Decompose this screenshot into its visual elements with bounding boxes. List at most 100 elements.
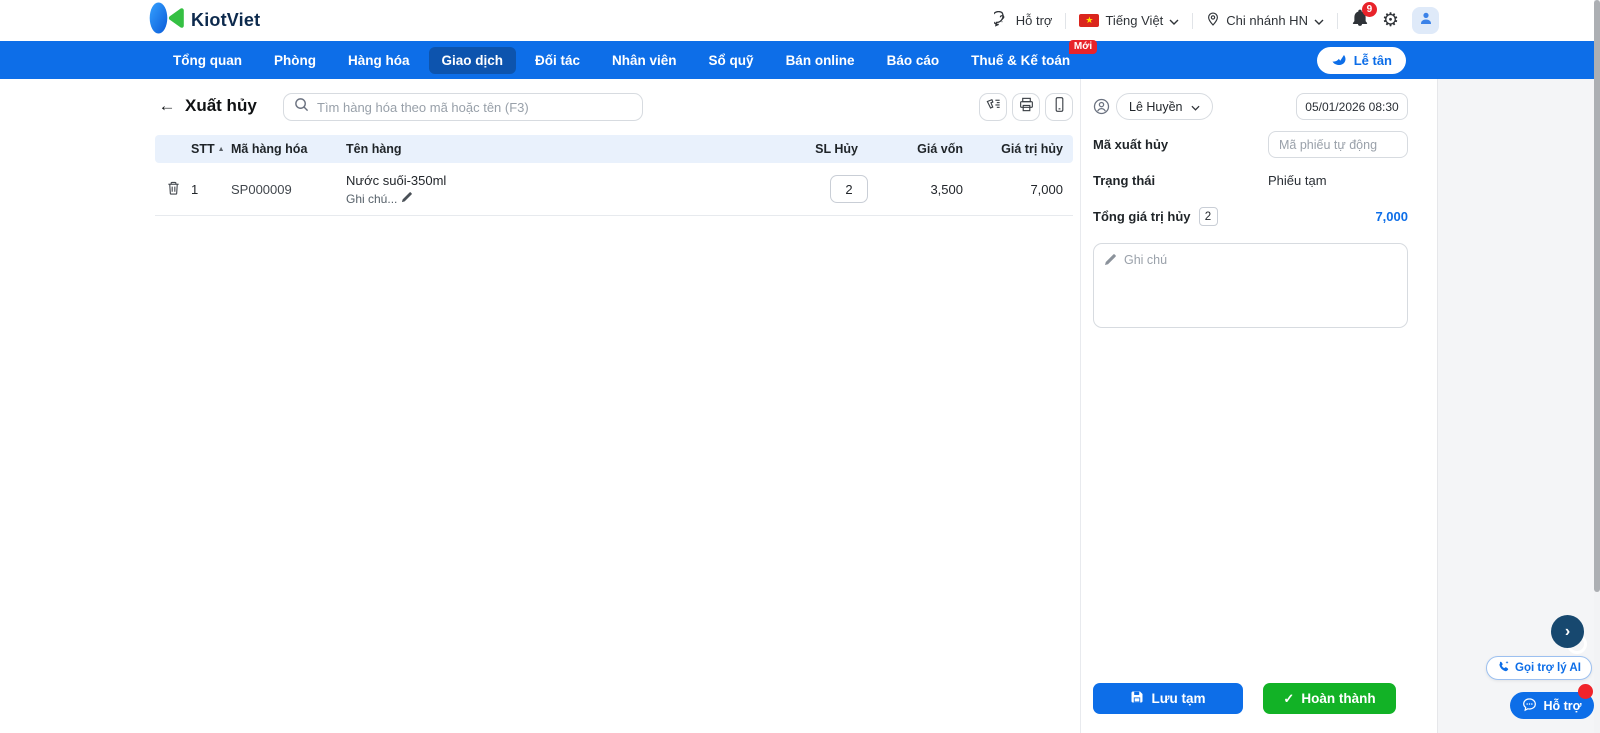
- header-value[interactable]: Giá trị hủy: [973, 142, 1073, 156]
- creator-dropdown[interactable]: Lê Huyền: [1116, 93, 1213, 120]
- destroy-form-panel: Lê Huyền 05/01/2026 08:30 Mã xuất hủy Tr…: [1081, 79, 1437, 733]
- topbar-divider: [1065, 12, 1067, 29]
- code-label: Mã xuất hủy: [1093, 137, 1169, 152]
- nav-item-bao-cao[interactable]: Báo cáo: [874, 47, 953, 74]
- sort-asc-icon: ▲: [217, 146, 225, 153]
- creator-row: Lê Huyền 05/01/2026 08:30: [1093, 93, 1408, 120]
- row-product: Nước suối-350ml Ghi chú...: [346, 173, 718, 206]
- language-label: Tiếng Việt: [1105, 13, 1164, 28]
- row-cost: 3,500: [930, 181, 963, 197]
- content-area: ← Xuất hủy Tìm hàng hóa theo mã hoặc tên…: [0, 79, 1594, 733]
- back-arrow-icon: ←: [158, 96, 176, 115]
- note-textarea[interactable]: [1093, 243, 1408, 328]
- kiotviet-logo[interactable]: KiotViet: [148, 0, 260, 41]
- destroy-code-input[interactable]: [1268, 131, 1408, 158]
- header-qty[interactable]: SL Hủy: [718, 142, 868, 156]
- brand-name: KiotViet: [191, 10, 261, 30]
- settings-button[interactable]: ⚙: [1382, 11, 1399, 30]
- ai-assistant-call-button[interactable]: Gọi trợ lý AI: [1486, 656, 1592, 680]
- complete-button[interactable]: ✓ Hoàn thành: [1263, 683, 1396, 714]
- complete-label: Hoàn thành: [1301, 691, 1376, 706]
- ai-call-label: Gọi trợ lý AI: [1515, 662, 1581, 674]
- total-row: Tổng giá trị hủy 2 7,000: [1093, 207, 1408, 226]
- chevron-down-icon: [1169, 13, 1179, 28]
- back-button[interactable]: ←: [157, 96, 177, 116]
- table-header: STT ▲ Mã hàng hóa Tên hàng SL Hủy Giá vốn…: [155, 135, 1073, 163]
- header-code[interactable]: Mã hàng hóa: [231, 142, 346, 156]
- print-button[interactable]: [1012, 93, 1040, 121]
- main-navbar: Tổng quan Phòng Hàng hóa Giao dịch Đối t…: [0, 39, 1594, 79]
- row-qty-cell: [718, 175, 868, 203]
- pencil-icon: [1104, 253, 1116, 271]
- kiotviet-app: KiotViet Hỗ trợ ★ Tiếng Việt Chi nhánh H…: [0, 0, 1600, 733]
- chat-widget-toggle[interactable]: ›: [1551, 615, 1584, 648]
- nav-item-phong[interactable]: Phòng: [261, 47, 329, 74]
- mobile-button[interactable]: [1045, 93, 1073, 121]
- topbar-divider: [1192, 12, 1194, 29]
- topbar-divider: [1336, 12, 1338, 29]
- save-draft-label: Lưu tạm: [1151, 691, 1206, 706]
- nav-item-thue-ke-toan[interactable]: Thuế & Kế toán Mới: [958, 39, 1098, 74]
- total-value: 7,000: [1375, 209, 1408, 224]
- search-input[interactable]: [317, 99, 632, 115]
- notification-badge: 9: [1361, 2, 1377, 17]
- reception-button[interactable]: Lễ tân: [1316, 47, 1406, 74]
- datetime-picker[interactable]: 05/01/2026 08:30: [1296, 93, 1408, 120]
- form-actions: Lưu tạm ✓ Hoàn thành: [1093, 683, 1408, 714]
- branch-selector[interactable]: Chi nhánh HN: [1206, 11, 1324, 30]
- row-value: 7,000: [1030, 181, 1063, 197]
- row-note-label: Ghi chú...: [346, 191, 398, 206]
- nav-item-ban-online[interactable]: Bán online: [773, 47, 868, 74]
- barcode-scanner-button[interactable]: [979, 93, 1007, 121]
- check-icon: ✓: [1283, 690, 1295, 706]
- status-value: Phiếu tạm: [1268, 173, 1327, 188]
- page-scrollbar[interactable]: [1594, 0, 1600, 733]
- nav-item-label: Thuế & Kế toán: [971, 52, 1071, 68]
- nav-item-tong-quan[interactable]: Tổng quan: [160, 47, 255, 74]
- nav-item-nhan-vien[interactable]: Nhân viên: [599, 47, 690, 74]
- destroy-items-table: STT ▲ Mã hàng hóa Tên hàng SL Hủy Giá vốn…: [155, 135, 1073, 216]
- reception-dove-icon: [1331, 53, 1348, 69]
- row-product-code: SP000009: [231, 181, 292, 197]
- barcode-scanner-icon: [985, 96, 1002, 118]
- support-chat-label: Hỗ trợ: [1543, 698, 1582, 713]
- nav-item-hang-hoa[interactable]: Hàng hóa: [335, 47, 423, 74]
- language-selector[interactable]: ★ Tiếng Việt: [1079, 13, 1179, 28]
- delete-row-button[interactable]: [155, 180, 191, 199]
- note-field-wrap: [1093, 243, 1408, 328]
- status-row: Trạng thái Phiếu tạm: [1093, 173, 1408, 188]
- reception-label: Lễ tân: [1353, 53, 1392, 68]
- save-draft-button[interactable]: Lưu tạm: [1093, 683, 1243, 714]
- phone-call-icon: [1497, 660, 1510, 676]
- help-bubble-icon: [991, 10, 1010, 30]
- nav-item-giao-dich[interactable]: Giao dịch: [428, 46, 517, 74]
- user-avatar[interactable]: [1412, 7, 1439, 34]
- nav-item-doi-tac[interactable]: Đối tác: [522, 47, 593, 74]
- gear-icon: ⚙: [1381, 10, 1399, 31]
- header-cost[interactable]: Giá vốn: [868, 142, 973, 156]
- code-row: Mã xuất hủy: [1093, 131, 1408, 158]
- chevron-down-icon: [1314, 13, 1324, 28]
- creator-name: Lê Huyền: [1129, 99, 1183, 114]
- toolbar: [979, 93, 1073, 121]
- nav-item-so-quy[interactable]: Sổ quỹ: [696, 47, 767, 74]
- topbar-right: Hỗ trợ ★ Tiếng Việt Chi nhánh HN 9 ⚙: [991, 0, 1439, 41]
- total-label: Tổng giá trị hủy: [1093, 209, 1191, 224]
- header-name[interactable]: Tên hàng: [346, 142, 718, 156]
- chevron-down-icon: [1190, 100, 1200, 114]
- trash-icon: [166, 180, 181, 199]
- product-search[interactable]: [283, 93, 643, 121]
- pencil-icon: [401, 191, 413, 206]
- row-product-name: Nước suối-350ml: [346, 172, 447, 188]
- search-icon: [294, 97, 309, 117]
- chevron-right-icon: ›: [1564, 622, 1571, 640]
- scrollbar-thumb[interactable]: [1594, 0, 1600, 592]
- qty-input[interactable]: [830, 175, 868, 203]
- notifications-button[interactable]: 9: [1351, 2, 1377, 32]
- floppy-icon: [1130, 690, 1144, 707]
- user-icon: [1418, 10, 1434, 31]
- support-menu[interactable]: Hỗ trợ: [991, 10, 1053, 30]
- support-menu-label: Hỗ trợ: [1015, 13, 1053, 28]
- row-note-button[interactable]: Ghi chú...: [346, 192, 718, 206]
- header-stt[interactable]: STT ▲: [191, 142, 231, 156]
